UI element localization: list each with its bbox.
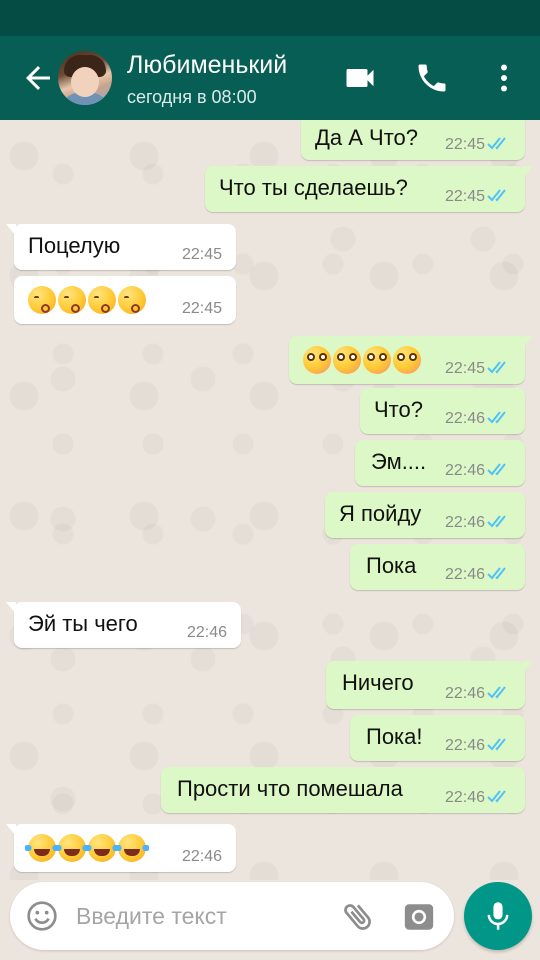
message-bubble-incoming[interactable]: 22:45	[14, 276, 236, 324]
message-text: Что?	[374, 397, 423, 422]
read-ticks-icon	[487, 189, 506, 202]
flushed-face-icon	[333, 346, 361, 374]
message-bubble-incoming[interactable]: Эй ты чего 22:46	[6, 602, 241, 648]
message-time: 22:45	[444, 136, 485, 153]
phone-call-icon[interactable]	[414, 60, 450, 96]
kissing-face-closed-eyes-icon	[88, 286, 116, 314]
status-bar	[0, 0, 540, 36]
message-time: 22:46	[444, 566, 485, 583]
face-with-tears-of-joy-icon	[55, 834, 89, 862]
video-call-icon[interactable]	[342, 60, 378, 96]
message-list[interactable]: Да А Что? 22:45 Что ты сделаешь? 22:45 П…	[0, 120, 540, 880]
message-text: Поцелую	[28, 233, 121, 258]
message-bubble-outgoing[interactable]: Прости что помешала 22:46	[161, 767, 525, 813]
message-time: 22:46	[444, 737, 485, 754]
read-ticks-icon	[487, 411, 506, 424]
mic-icon	[487, 902, 509, 930]
contact-name[interactable]: Любименький	[127, 50, 287, 80]
message-time: 22:46	[444, 410, 485, 427]
message-text: Я пойду	[339, 501, 422, 526]
read-ticks-icon	[487, 790, 506, 803]
message-bubble-outgoing[interactable]: Что? 22:46	[360, 388, 525, 434]
message-time: 22:45	[444, 360, 485, 377]
message-time: 22:46	[444, 685, 485, 702]
message-time: 22:45	[181, 246, 222, 263]
kissing-face-closed-eyes-icon	[118, 286, 146, 314]
message-time: 22:46	[181, 848, 222, 865]
message-bubble-outgoing[interactable]: Я пойду 22:46	[325, 492, 525, 538]
attach-icon[interactable]	[340, 898, 376, 934]
message-text: Ничего	[342, 670, 414, 695]
last-seen-status: сегодня в 08:00	[127, 87, 257, 107]
read-ticks-icon	[487, 567, 506, 580]
face-with-tears-of-joy-icon	[85, 834, 119, 862]
message-time: 22:45	[444, 188, 485, 205]
read-ticks-icon	[487, 686, 506, 699]
chat-header: Любименький сегодня в 08:00	[0, 36, 540, 120]
message-bubble-outgoing[interactable]: Пока 22:46	[350, 544, 525, 590]
message-text: Да А Что?	[315, 125, 418, 150]
message-bubble-outgoing[interactable]: Что ты сделаешь? 22:45	[205, 166, 533, 212]
message-text: Прости что помешала	[177, 776, 403, 801]
flushed-face-icon	[393, 346, 421, 374]
emoji-row	[25, 834, 149, 862]
emoji-row	[28, 286, 146, 314]
face-with-tears-of-joy-icon	[25, 834, 59, 862]
message-time: 22:45	[181, 300, 222, 317]
message-time: 22:46	[444, 789, 485, 806]
message-text: Что ты сделаешь?	[219, 175, 408, 200]
flushed-face-icon	[363, 346, 391, 374]
emoji-row	[303, 346, 421, 374]
message-bubble-outgoing[interactable]: Эм.... 22:46	[355, 440, 525, 486]
message-bubble-incoming[interactable]: 22:46	[6, 824, 236, 872]
back-arrow-icon[interactable]	[20, 60, 56, 96]
message-composer: Введите текст	[10, 882, 454, 950]
face-with-tears-of-joy-icon	[115, 834, 149, 862]
mic-button[interactable]	[464, 882, 532, 950]
message-time: 22:46	[186, 624, 227, 641]
flushed-face-icon	[303, 346, 331, 374]
message-text: Пока	[366, 553, 417, 578]
camera-icon[interactable]	[402, 900, 436, 934]
message-bubble-outgoing[interactable]: Пока! 22:46	[350, 715, 525, 761]
message-bubble-outgoing[interactable]: 22:45	[289, 336, 533, 384]
message-bubble-outgoing[interactable]: Ничего 22:46	[326, 661, 533, 709]
read-ticks-icon	[487, 738, 506, 751]
avatar[interactable]	[58, 51, 112, 105]
message-bubble-outgoing[interactable]: Да А Что? 22:45	[301, 120, 525, 160]
read-ticks-icon	[487, 361, 506, 374]
read-ticks-icon	[487, 137, 506, 150]
message-time: 22:46	[444, 514, 485, 531]
message-time: 22:46	[444, 462, 485, 479]
kissing-face-closed-eyes-icon	[28, 286, 56, 314]
message-bubble-incoming[interactable]: Поцелую 22:45	[6, 224, 236, 270]
more-options-icon[interactable]	[486, 60, 522, 96]
message-input[interactable]: Введите текст	[76, 903, 227, 930]
read-ticks-icon	[487, 515, 506, 528]
message-text: Эй ты чего	[28, 611, 138, 636]
read-ticks-icon	[487, 463, 506, 476]
kissing-face-closed-eyes-icon	[58, 286, 86, 314]
message-text: Эм....	[371, 449, 427, 474]
emoji-icon[interactable]	[26, 900, 58, 932]
message-text: Пока!	[366, 724, 423, 749]
